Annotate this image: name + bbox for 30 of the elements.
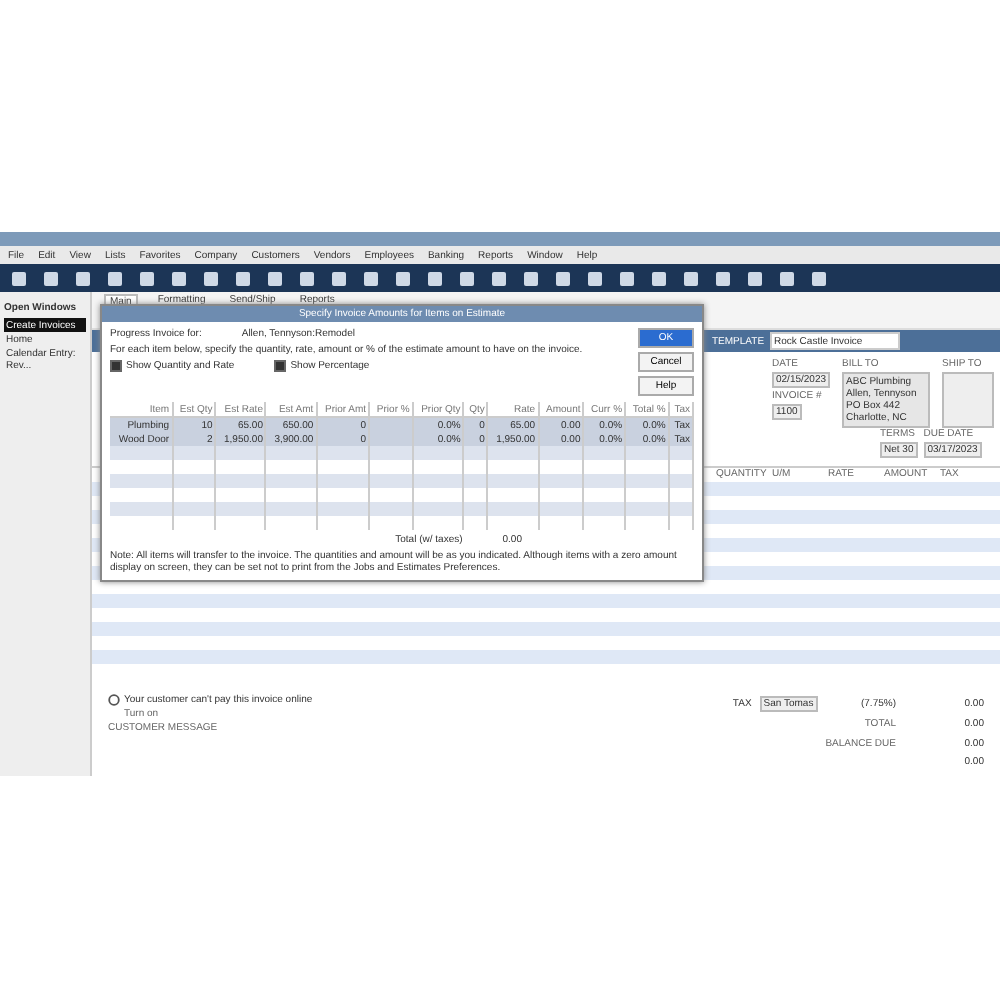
toolbar-icon[interactable] xyxy=(108,271,122,285)
toolbar-icon[interactable] xyxy=(44,271,58,285)
toolbar-icon[interactable] xyxy=(716,271,730,285)
toolbar-icon[interactable] xyxy=(140,271,154,285)
toolbar-icon[interactable] xyxy=(684,271,698,285)
toolbar-icon[interactable] xyxy=(460,271,474,285)
toolbar-icon[interactable] xyxy=(652,271,666,285)
ship-to-field[interactable] xyxy=(942,372,995,428)
checkbox[interactable] xyxy=(274,360,287,372)
toolbar-icon[interactable] xyxy=(492,271,506,285)
toolbar-icon[interactable] xyxy=(428,271,442,285)
toolbar-icon[interactable] xyxy=(780,271,794,285)
toolbar-icon[interactable] xyxy=(748,271,762,285)
toolbar-icon[interactable] xyxy=(268,271,282,285)
toolbar-icon[interactable] xyxy=(524,271,538,285)
toolbar-icon[interactable] xyxy=(76,271,90,285)
toolbar-icon[interactable] xyxy=(12,271,26,285)
toolbar-icon[interactable] xyxy=(236,271,250,285)
toolbar-icon[interactable] xyxy=(620,271,634,285)
toolbar-icon[interactable] xyxy=(364,271,378,285)
toolbar-icon[interactable] xyxy=(588,271,602,285)
toolbar-icon[interactable] xyxy=(556,271,570,285)
toolbar-icon[interactable] xyxy=(332,271,346,285)
toolbar-icon[interactable] xyxy=(172,271,186,285)
toolbar-icon[interactable] xyxy=(396,271,410,285)
toolbar-icon[interactable] xyxy=(204,271,218,285)
toolbar-icon[interactable] xyxy=(300,271,314,285)
checkbox[interactable] xyxy=(110,360,122,372)
gear-icon xyxy=(108,694,120,706)
toolbar-icon[interactable] xyxy=(812,271,826,285)
